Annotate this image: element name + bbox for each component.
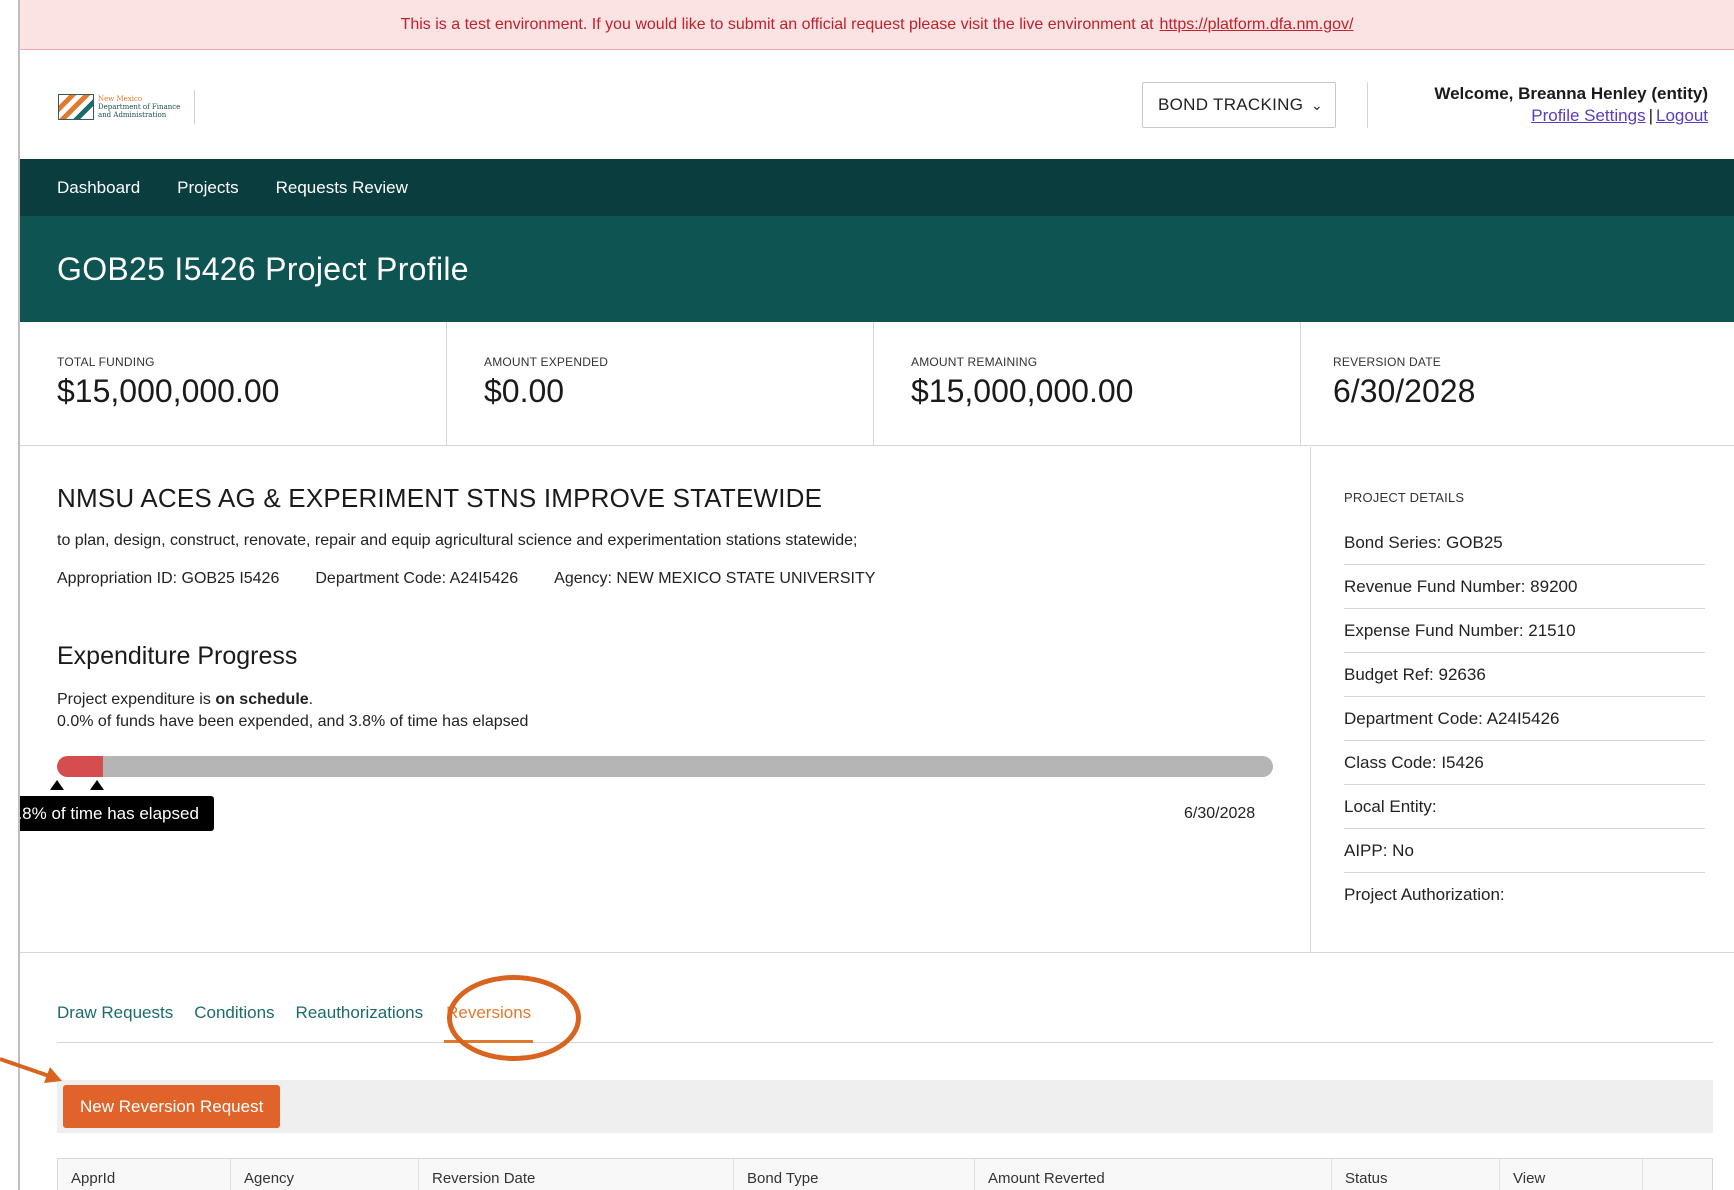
pointer-arrow-annotation xyxy=(0,1057,62,1083)
col-apprid[interactable]: ApprId xyxy=(58,1159,231,1190)
col-status[interactable]: Status xyxy=(1332,1159,1500,1190)
nm-flag-logo-icon xyxy=(58,94,94,120)
status-bold: on schedule xyxy=(215,691,309,708)
expenditure-summary: 0.0% of funds have been expended, and 3.… xyxy=(57,713,529,730)
stat-value: $15,000,000.00 xyxy=(57,373,280,409)
stat-label: REVERSION DATE xyxy=(1333,355,1441,369)
dfa-logo[interactable]: New Mexico Department of Finance and Adm… xyxy=(58,90,196,124)
project-details-list: PROJECT DETAILS Bond Series: GOB25 Reven… xyxy=(1344,490,1705,917)
time-elapsed-fill xyxy=(57,756,104,777)
page-title-band: GOB25 I5426 Project Profile xyxy=(20,216,1734,322)
agency: Agency: NEW MEXICO STATE UNIVERSITY xyxy=(554,570,876,587)
detail-revenue-fund: Revenue Fund Number: 89200 xyxy=(1344,565,1705,609)
detail-expense-fund: Expense Fund Number: 21510 xyxy=(1344,609,1705,653)
banner-text: This is a test environment. If you would… xyxy=(400,15,1154,33)
time-marker-icon xyxy=(90,780,104,790)
project-body: NMSU ACES AG & EXPERIMENT STNS IMPROVE S… xyxy=(20,447,1734,953)
welcome-text: Welcome, Breanna Henley (entity) xyxy=(1434,84,1708,103)
page-title: GOB25 I5426 Project Profile xyxy=(57,250,469,287)
col-bond-type[interactable]: Bond Type xyxy=(734,1159,975,1190)
stat-amount-remaining: AMOUNT REMAINING $15,000,000.00 xyxy=(874,322,1301,445)
project-purpose: to plan, design, construct, renovate, re… xyxy=(57,532,858,549)
link-separator: | xyxy=(1648,106,1653,125)
module-select-value: BOND TRACKING xyxy=(1158,95,1304,114)
main-nav: Dashboard Projects Requests Review xyxy=(20,159,1734,216)
appropriation-id: Appropriation ID: GOB25 I5426 xyxy=(57,570,280,587)
chevron-down-icon: ⌄ xyxy=(1310,96,1323,113)
col-view[interactable]: View xyxy=(1500,1159,1643,1190)
expenditure-progress-bar xyxy=(57,756,1273,777)
test-environment-banner: This is a test environment. If you would… xyxy=(20,0,1734,50)
project-ids: Appropriation ID: GOB25 I5426 Department… xyxy=(57,570,1277,588)
stat-label: AMOUNT EXPENDED xyxy=(484,355,609,369)
tab-conditions[interactable]: Conditions xyxy=(194,990,274,1043)
department-code: Department Code: A24I5426 xyxy=(315,570,519,587)
detail-local-entity: Local Entity: xyxy=(1344,785,1705,829)
expenditure-title: Expenditure Progress xyxy=(57,642,298,670)
project-name: NMSU ACES AG & EXPERIMENT STNS IMPROVE S… xyxy=(57,483,823,513)
nav-dashboard[interactable]: Dashboard xyxy=(57,178,140,198)
stat-label: AMOUNT REMAINING xyxy=(911,355,1038,369)
detail-aipp: AIPP: No xyxy=(1344,829,1705,873)
reversions-table-header: ApprId Agency Reversion Date Bond Type A… xyxy=(57,1158,1713,1190)
stat-amount-expended: AMOUNT EXPENDED $0.00 xyxy=(447,322,874,445)
logo-line-3: and Administration xyxy=(98,111,167,119)
stat-value: $0.00 xyxy=(484,373,565,409)
detail-project-authorization: Project Authorization: xyxy=(1344,885,1505,904)
project-tabs: Draw Requests Conditions Reauthorization… xyxy=(57,990,1713,1043)
nav-projects[interactable]: Projects xyxy=(177,178,238,198)
new-reversion-request-button[interactable]: New Reversion Request xyxy=(63,1085,281,1128)
funds-marker-icon xyxy=(50,780,64,790)
detail-budget-ref: Budget Ref: 92636 xyxy=(1344,653,1705,697)
logo-line-2: Department of Finance xyxy=(98,103,181,111)
time-elapsed-tooltip: 3.8% of time has elapsed xyxy=(20,796,214,831)
header-divider xyxy=(1367,82,1368,128)
col-reversion-date[interactable]: Reversion Date xyxy=(419,1159,734,1190)
col-agency[interactable]: Agency xyxy=(231,1159,419,1190)
stat-total-funding: TOTAL FUNDING $15,000,000.00 xyxy=(20,322,447,445)
site-header: New Mexico Department of Finance and Adm… xyxy=(20,50,1734,159)
tooltip-text: 3.8% of time has elapsed xyxy=(20,803,199,823)
col-amount-reverted[interactable]: Amount Reverted xyxy=(975,1159,1332,1190)
reversions-toolbar: New Reversion Request xyxy=(57,1080,1713,1133)
stat-value: $15,000,000.00 xyxy=(911,373,1134,409)
nav-requests-review[interactable]: Requests Review xyxy=(276,178,408,198)
tab-draw-requests[interactable]: Draw Requests xyxy=(57,990,173,1043)
funding-stats: TOTAL FUNDING $15,000,000.00 AMOUNT EXPE… xyxy=(20,322,1734,446)
detail-department-code: Department Code: A24I5426 xyxy=(1344,697,1705,741)
detail-bond-series: Bond Series: GOB25 xyxy=(1344,521,1705,565)
logo-line-1: New Mexico xyxy=(98,95,143,103)
highlight-circle-annotation xyxy=(447,975,581,1061)
expenditure-status: Project expenditure is on schedule. 0.0%… xyxy=(57,689,1277,733)
stat-label: TOTAL FUNDING xyxy=(57,355,155,369)
progress-end-date: 6/30/2028 xyxy=(1184,805,1256,822)
project-details-heading: PROJECT DETAILS xyxy=(1344,490,1465,505)
live-environment-link[interactable]: https://platform.dfa.nm.gov/ xyxy=(1160,16,1354,34)
project-details-panel: PROJECT DETAILS Bond Series: GOB25 Reven… xyxy=(1310,447,1734,953)
status-suffix: . xyxy=(308,691,314,708)
profile-settings-link[interactable]: Profile Settings xyxy=(1531,106,1645,125)
status-prefix: Project expenditure is xyxy=(57,691,211,708)
stat-value: 6/30/2028 xyxy=(1333,373,1476,409)
col-extra xyxy=(1643,1159,1712,1190)
logout-link[interactable]: Logout xyxy=(1656,106,1708,125)
stat-reversion-date: REVERSION DATE 6/30/2028 xyxy=(1301,322,1734,445)
logo-text: New Mexico Department of Finance and Adm… xyxy=(98,95,180,119)
detail-class-code: Class Code: I5426 xyxy=(1344,741,1705,785)
user-welcome: Welcome, Breanna Henley (entity) Profile… xyxy=(1434,83,1708,127)
module-select[interactable]: BOND TRACKING ⌄ xyxy=(1142,82,1336,128)
app-frame: This is a test environment. If you would… xyxy=(18,0,1734,1190)
project-main: NMSU ACES AG & EXPERIMENT STNS IMPROVE S… xyxy=(57,483,1277,777)
tab-reauthorizations[interactable]: Reauthorizations xyxy=(296,990,424,1043)
